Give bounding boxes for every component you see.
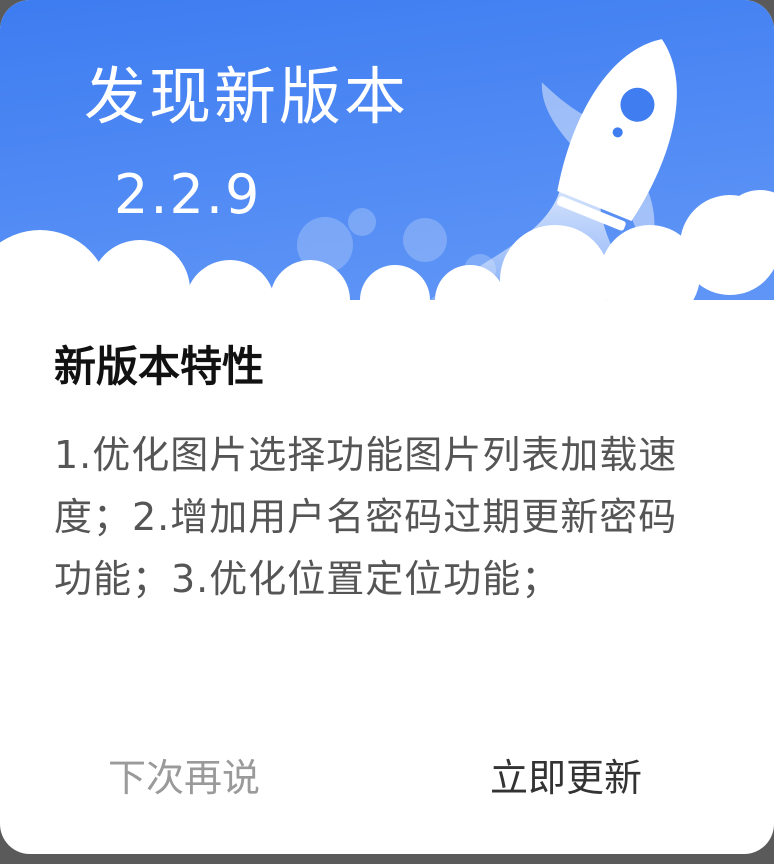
background-overlay — [0, 854, 774, 864]
update-now-button[interactable]: 立即更新 — [490, 756, 642, 802]
dialog-title: 发现新版本 — [84, 60, 410, 133]
header-banner: 发现新版本 2.2.9 — [0, 0, 774, 340]
version-number: 2.2.9 — [114, 163, 262, 226]
section-heading: 新版本特性 — [54, 342, 265, 391]
update-dialog: 发现新版本 2.2.9 新版本特性 1.优化图片选择功能图片列表加载速度；2.增… — [0, 0, 774, 854]
later-button[interactable]: 下次再说 — [108, 756, 260, 802]
release-notes: 1.优化图片选择功能图片列表加载速度；2.增加用户名密码过期更新密码功能；3.优… — [54, 433, 678, 601]
